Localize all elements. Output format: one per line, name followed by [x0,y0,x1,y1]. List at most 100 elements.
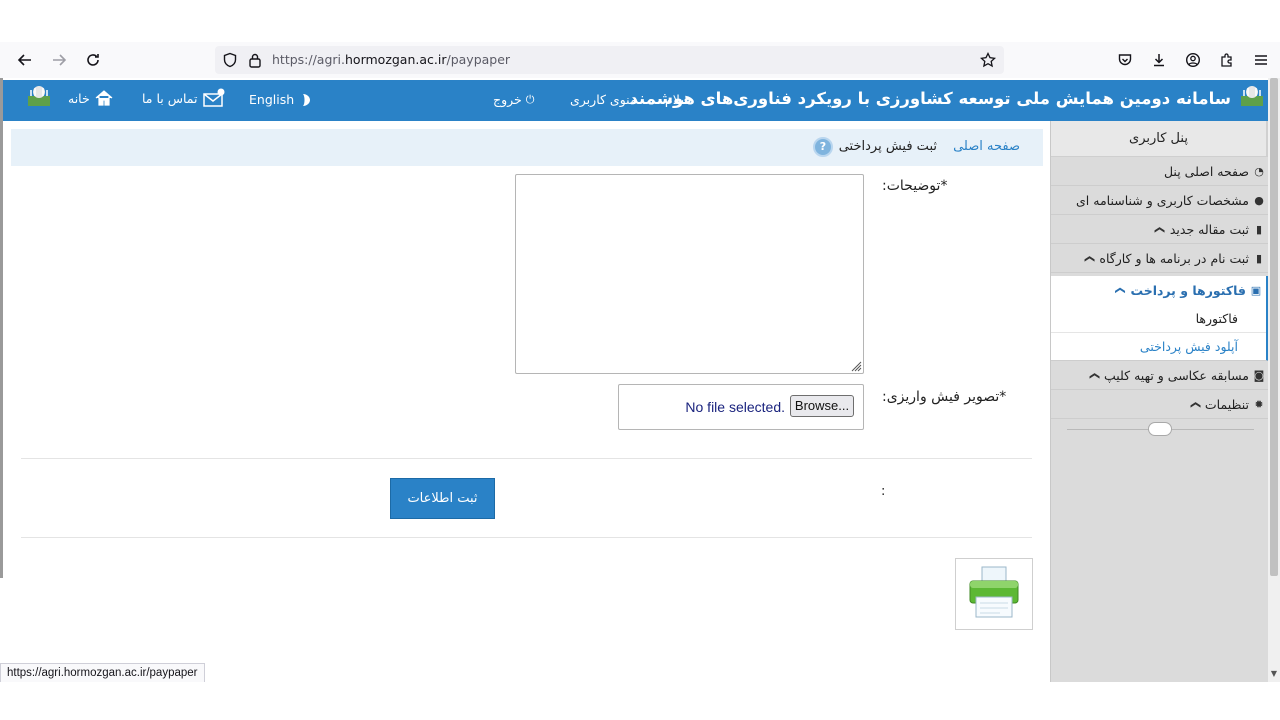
dashboard-icon: ◔ [1254,164,1264,178]
sidebar-item-workshops[interactable]: ▮ ثبت نام در برنامه ها و کارگاه ❯ [1051,245,1268,273]
sidebar-item-label: فاکتورها و پرداخت [1130,283,1246,298]
reload-button[interactable] [82,50,104,70]
puzzle-icon [1221,53,1232,67]
back-button[interactable] [14,50,36,70]
contact-envelope-icon [202,88,225,107]
description-textarea[interactable] [515,174,864,374]
description-label: *توضیحات: [882,178,948,194]
sidebar-item-panel-home[interactable]: ◔ صفحه اصلی پنل [1051,158,1268,186]
window-bottom-strip [0,682,1280,720]
contact-label: تماس با ما [142,90,198,106]
sidebar-item-label: مشخصات کاربری و شناسنامه ای [1076,192,1249,208]
url-path: /paypaper [446,52,511,67]
download-icon [1154,54,1164,67]
submit-button[interactable]: ثبت اطلاعات [390,478,495,519]
bookmark-star-icon[interactable] [980,52,996,68]
home-icon [95,90,113,106]
extensions-button[interactable] [1216,50,1238,70]
forward-button[interactable] [48,50,70,70]
url-prefix: https://agri. [272,52,345,67]
file-status-text: No file selected. [685,399,785,415]
university-logo-icon [28,86,50,106]
contact-link[interactable]: تماس با ما [142,87,226,109]
browse-button[interactable]: Browse... [790,395,854,417]
home-label: خانه [68,90,90,106]
breadcrumb-current: ثبت فیش پرداختی [838,139,937,154]
english-label: English [249,92,295,107]
chevron-down-icon: ❯ [1084,254,1096,263]
sidebar-item-new-paper[interactable]: ▮ ثبت مقاله جدید ❯ [1051,216,1268,244]
print-button[interactable] [955,558,1033,630]
pocket-button[interactable] [1114,50,1136,70]
browser-toolbar: https://agri.hormozgan.ac.ir/paypaper [0,42,1280,78]
sidebar-submenu: فاکتورها آپلود فیش پرداختی [1051,305,1268,361]
camera-icon: ◙ [1253,368,1265,382]
site-title[interactable]: سامانه دومین همایش ملی توسعه کشاورزی با … [629,89,1231,108]
flag-icon [303,93,311,106]
logout-link[interactable]: خروج ⏻ [493,92,534,107]
form-divider [21,458,1032,459]
url-host: hormozgan.ac.ir [345,52,447,67]
site-header: سامانه دومین همایش ملی توسعه کشاورزی با … [3,80,1268,121]
user-menu-link[interactable]: منوی کاربری [570,92,637,107]
book-icon: ▮ [1255,222,1263,236]
breadcrumb-home-link[interactable]: صفحه اصلی [953,139,1020,154]
sidebar-item-settings[interactable]: ✹ تنظیمات ❯ [1051,391,1268,419]
power-icon: ⏻ [525,92,535,106]
sidebar: پنل کاربری ◔ صفحه اصلی پنل ● مشخصات کارب… [1050,121,1268,682]
url-text[interactable]: https://agri.hormozgan.ac.ir/paypaper [272,52,510,67]
sidebar-subitem-invoices[interactable]: فاکتورها [1051,305,1266,333]
resize-grip-icon[interactable] [850,360,862,372]
sidebar-item-label: ثبت مقاله جدید [1169,221,1249,237]
page-scrollbar[interactable] [1268,78,1280,682]
gear-icon: ✹ [1254,397,1264,411]
site-logo-icon [1241,86,1263,106]
scroll-down-arrow-icon[interactable]: ▼ [1268,668,1280,680]
chevron-down-icon: ❯ [1189,400,1201,409]
downloads-button[interactable] [1148,50,1170,70]
left-edge [0,78,3,578]
help-icon[interactable]: ? [813,137,833,157]
page-viewport: سامانه دومین همایش ملی توسعه کشاورزی با … [0,78,1268,682]
window-top-strip [0,0,1280,42]
address-bar[interactable]: https://agri.hormozgan.ac.ir/paypaper [215,46,1004,74]
receipt-file-input[interactable]: No file selected. Browse... [618,384,864,430]
sidebar-slider-knob[interactable] [1148,422,1172,436]
english-link[interactable]: English [249,92,312,107]
receipt-image-label: *تصویر فیش واریزی: [882,389,1007,405]
logout-label: خروج [493,92,522,107]
chevron-down-icon: ❯ [1088,371,1100,380]
shield-icon[interactable] [222,52,238,68]
pocket-icon [1118,54,1132,66]
breadcrumb: صفحه اصلی ثبت فیش پرداختی ? [11,129,1043,166]
account-button[interactable] [1182,50,1204,70]
money-icon: ▣ [1250,284,1262,297]
form-divider-bottom [21,537,1032,538]
sidebar-item-label: ثبت نام در برنامه ها و کارگاه [1099,250,1249,266]
sidebar-item-invoices-payment[interactable]: ▣ فاکتورها و پرداخت ❯ [1051,276,1268,305]
greeting-text: سلام [665,92,691,107]
sidebar-item-profile[interactable]: ● مشخصات کاربری و شناسنامه ای [1051,187,1268,215]
back-arrow-icon [17,54,31,66]
chevron-down-icon: ❯ [1114,286,1126,295]
sidebar-item-photo-contest[interactable]: ◙ مسابقه عکاسی و تهیه کلیپ ❯ [1051,362,1268,390]
forward-arrow-icon [53,54,67,66]
panel-title: پنل کاربری [1051,121,1268,157]
empty-field-label: : [881,484,886,499]
reload-icon [87,54,99,66]
sidebar-item-label: صفحه اصلی پنل [1163,163,1249,179]
book-icon: ▮ [1255,251,1263,265]
lock-icon[interactable] [248,52,262,68]
sidebar-subitem-upload-receipt[interactable]: آپلود فیش پرداختی [1051,333,1266,361]
hamburger-menu-icon [1255,55,1267,65]
chevron-down-icon: ❯ [1154,225,1166,234]
account-icon [1185,52,1201,68]
user-icon: ● [1254,193,1264,207]
status-link-preview: https://agri.hormozgan.ac.ir/paypaper [0,663,205,683]
sidebar-item-label: تنظیمات [1204,396,1249,412]
sidebar-item-label: مسابقه عکاسی و تهیه کلیپ [1103,367,1249,383]
home-link[interactable]: خانه [68,88,114,108]
printer-icon [969,566,1019,618]
menu-button[interactable] [1250,50,1272,70]
scrollbar-thumb[interactable] [1270,78,1278,576]
